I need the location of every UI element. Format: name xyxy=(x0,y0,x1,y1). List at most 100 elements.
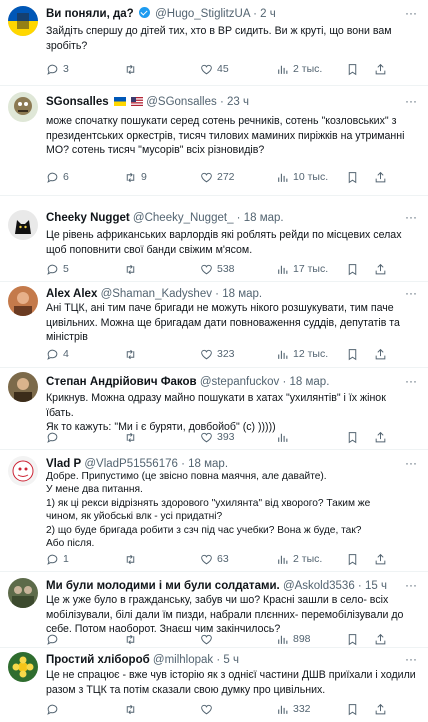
like-button[interactable]: 272 xyxy=(200,170,235,184)
retweet-button[interactable]: 9 xyxy=(124,170,147,184)
reply-button[interactable]: 3 xyxy=(46,62,69,76)
author-handle[interactable]: @milhlopak xyxy=(153,654,213,666)
share-button[interactable] xyxy=(374,702,387,716)
views-button[interactable]: 2 тыс. xyxy=(276,62,322,76)
like-button[interactable]: 538 xyxy=(200,262,235,276)
reply-button[interactable] xyxy=(46,632,59,646)
retweet-button[interactable] xyxy=(124,347,137,361)
views-button[interactable]: 12 тыс. xyxy=(276,347,328,361)
cartoon-avatar[interactable] xyxy=(8,92,38,122)
more-options-icon[interactable]: ··· xyxy=(404,7,418,19)
bookmark-button[interactable] xyxy=(346,262,359,276)
author-name[interactable]: Ви поняли, да? xyxy=(46,8,134,20)
author-name[interactable]: SGonsalles xyxy=(46,96,109,108)
author-name[interactable]: Vlad P xyxy=(46,458,81,470)
share-button[interactable] xyxy=(374,262,387,276)
retweet-button[interactable] xyxy=(124,62,137,76)
tweet-actions: 3 45 2 тыс. xyxy=(46,62,416,76)
retweet-button[interactable] xyxy=(124,262,137,276)
more-options-icon[interactable]: ··· xyxy=(404,287,418,299)
like-button[interactable]: 63 xyxy=(200,552,229,566)
share-icon xyxy=(375,63,386,74)
reply-button[interactable] xyxy=(46,430,59,444)
author-handle[interactable]: @stepanfuckov xyxy=(200,376,279,388)
retweet-button[interactable] xyxy=(124,430,137,444)
tweet-header: Alex Alex @Shaman_Kadyshev · 18 мар. xyxy=(46,288,263,300)
tweet-6[interactable]: Vlad P @VladP51556176 · 18 мар. ··· Добр… xyxy=(0,450,428,572)
like-button[interactable]: 323 xyxy=(200,347,235,361)
person-avatar[interactable] xyxy=(8,286,38,316)
author-name[interactable]: Ми були молодими і ми були солдатами. xyxy=(46,580,280,592)
tweet-5[interactable]: Степан Андрійович Факов @stepanfuckov · … xyxy=(0,368,428,450)
share-button[interactable] xyxy=(374,552,387,566)
timestamp[interactable]: 5 ч xyxy=(223,654,239,666)
author-handle[interactable]: @Cheeky_Nugget_ xyxy=(133,212,234,224)
timestamp[interactable]: 15 ч xyxy=(365,580,387,592)
more-options-icon[interactable]: ··· xyxy=(404,211,418,223)
more-options-icon[interactable]: ··· xyxy=(404,95,418,107)
views-button[interactable]: 17 тыс. xyxy=(276,262,328,276)
more-options-icon[interactable]: ··· xyxy=(404,653,418,665)
like-button[interactable] xyxy=(200,702,213,716)
views-button[interactable]: 2 тыс. xyxy=(276,552,322,566)
views-button[interactable]: 898 xyxy=(276,632,311,646)
tweet-8[interactable]: Простий хлібороб @milhlopak · 5 ч ··· Це… xyxy=(0,648,428,722)
more-options-icon[interactable]: ··· xyxy=(404,579,418,591)
author-handle[interactable]: @Askold3536 xyxy=(283,580,355,592)
timestamp[interactable]: 23 ч xyxy=(227,96,249,108)
person-avatar[interactable] xyxy=(8,372,38,402)
share-button[interactable] xyxy=(374,430,387,444)
views-button[interactable] xyxy=(276,430,289,444)
views-button[interactable]: 332 xyxy=(276,702,311,716)
reply-button[interactable]: 6 xyxy=(46,170,69,184)
tweet-4[interactable]: Alex Alex @Shaman_Kadyshev · 18 мар. ···… xyxy=(0,282,428,368)
reply-button[interactable] xyxy=(46,702,59,716)
reply-button[interactable]: 5 xyxy=(46,262,69,276)
bookmark-button[interactable] xyxy=(346,430,359,444)
timestamp[interactable]: 18 мар. xyxy=(188,458,228,470)
bookmark-button[interactable] xyxy=(346,62,359,76)
author-name[interactable]: Alex Alex xyxy=(46,288,97,300)
reply-icon xyxy=(47,349,58,360)
bookmark-button[interactable] xyxy=(346,702,359,716)
more-options-icon[interactable]: ··· xyxy=(404,457,418,469)
cat-avatar[interactable] xyxy=(8,210,38,240)
reply-button[interactable]: 4 xyxy=(46,347,69,361)
reply-button[interactable]: 1 xyxy=(46,552,69,566)
author-name[interactable]: Простий хлібороб xyxy=(46,654,150,666)
timestamp[interactable]: 18 мар. xyxy=(244,212,284,224)
timestamp[interactable]: 18 мар. xyxy=(222,288,262,300)
like-button[interactable]: 45 xyxy=(200,62,229,76)
timestamp[interactable]: 2 ч xyxy=(260,8,276,20)
author-handle[interactable]: @VladP51556176 xyxy=(84,458,178,470)
share-button[interactable] xyxy=(374,170,387,184)
tweet-7[interactable]: Ми були молодими і ми були солдатами. @A… xyxy=(0,572,428,648)
retweet-button[interactable] xyxy=(124,552,137,566)
bookmark-button[interactable] xyxy=(346,347,359,361)
views-button[interactable]: 10 тыс. xyxy=(276,170,328,184)
author-name[interactable]: Степан Андрійович Факов xyxy=(46,376,197,388)
retweet-button[interactable] xyxy=(124,702,137,716)
flower-avatar[interactable] xyxy=(8,652,38,682)
tweet-3[interactable]: Cheeky Nugget @Cheeky_Nugget_ · 18 мар. … xyxy=(0,196,428,282)
flag-avatar[interactable] xyxy=(8,6,38,36)
bookmark-button[interactable] xyxy=(346,170,359,184)
share-button[interactable] xyxy=(374,62,387,76)
retweet-button[interactable] xyxy=(124,632,137,646)
author-name[interactable]: Cheeky Nugget xyxy=(46,212,130,224)
timestamp[interactable]: 18 мар. xyxy=(290,376,330,388)
more-options-icon[interactable]: ··· xyxy=(404,375,418,387)
author-handle[interactable]: @Hugo_StiglitzUA xyxy=(155,8,250,20)
group-avatar[interactable] xyxy=(8,578,38,608)
share-button[interactable] xyxy=(374,632,387,646)
author-handle[interactable]: @Shaman_Kadyshev xyxy=(101,288,212,300)
face-avatar[interactable] xyxy=(8,456,38,486)
like-button[interactable] xyxy=(200,632,213,646)
bookmark-button[interactable] xyxy=(346,552,359,566)
tweet-1[interactable]: Ви поняли, да? @Hugo_StiglitzUA · 2 ч ··… xyxy=(0,0,428,86)
tweet-2[interactable]: SGonsalles @SGonsalles · 23 ч ··· може с… xyxy=(0,86,428,196)
like-button[interactable]: 393 xyxy=(200,430,235,444)
author-handle[interactable]: @SGonsalles xyxy=(146,96,216,108)
share-button[interactable] xyxy=(374,347,387,361)
bookmark-button[interactable] xyxy=(346,632,359,646)
